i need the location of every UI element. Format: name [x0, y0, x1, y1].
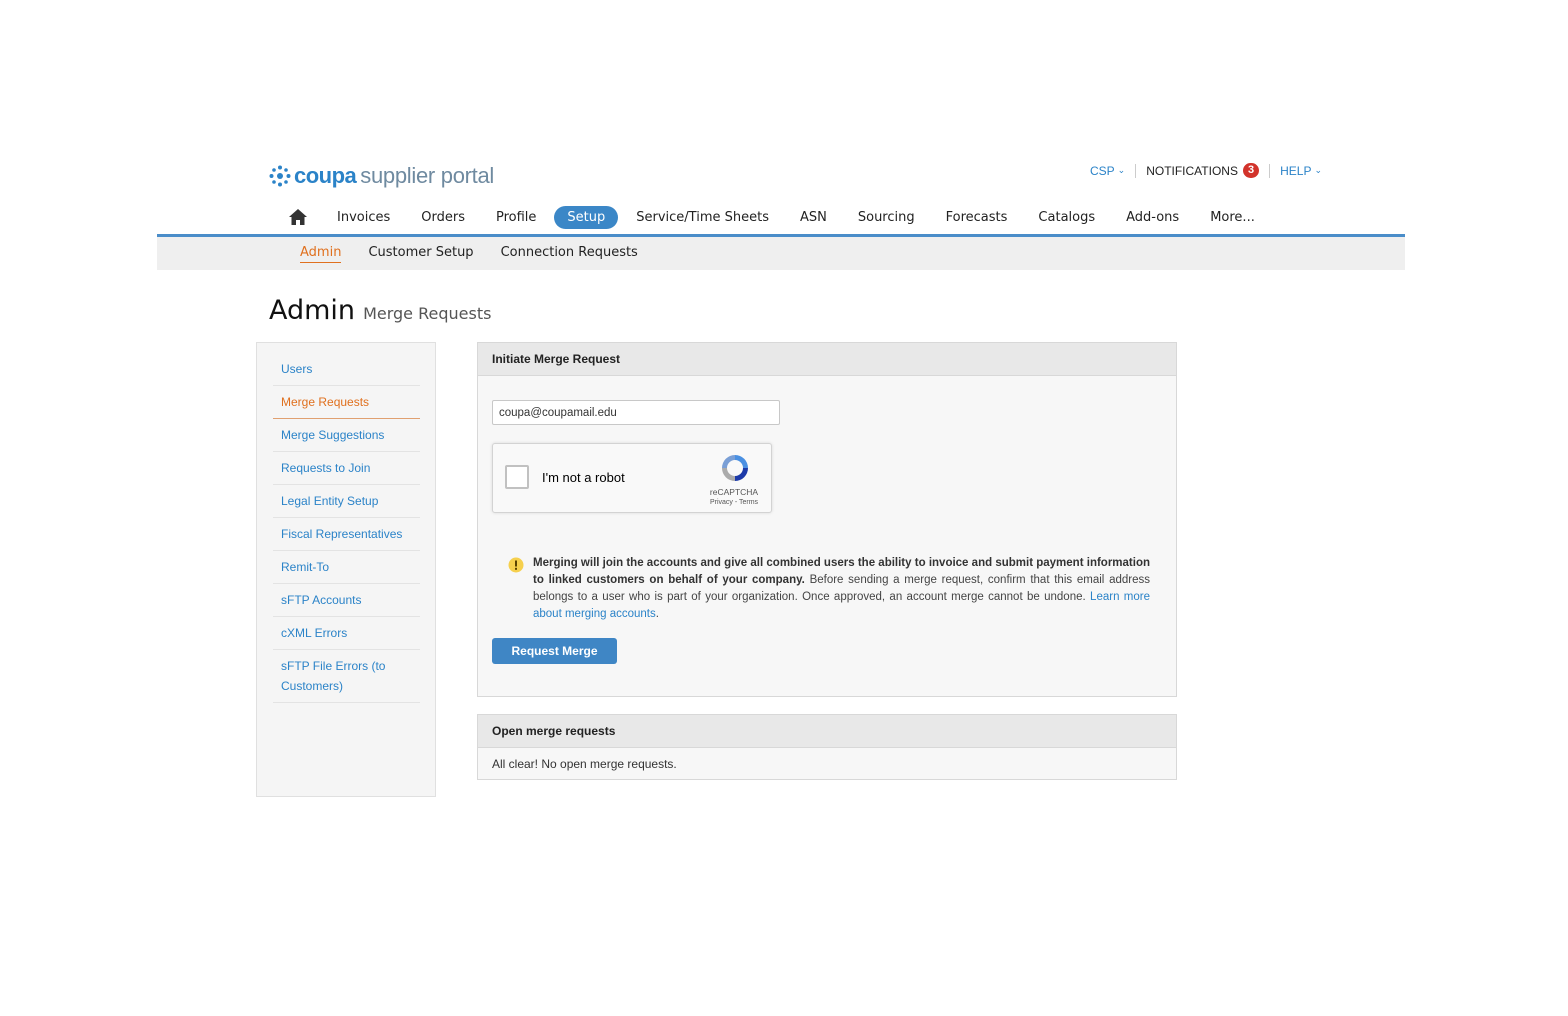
- sidebar-item-sftp-file-errors[interactable]: sFTP File Errors (to Customers): [273, 650, 420, 703]
- nav-asn[interactable]: ASN: [787, 206, 840, 229]
- sidebar-item-merge-suggestions[interactable]: Merge Suggestions: [273, 419, 420, 452]
- coupa-burst-icon: [269, 165, 291, 187]
- sidebar-item-remit-to[interactable]: Remit-To: [273, 551, 420, 584]
- coupa-logo[interactable]: coupa supplier portal: [268, 160, 494, 192]
- page-title-main: Admin: [269, 295, 356, 326]
- subnav-connection-requests[interactable]: Connection Requests: [501, 245, 638, 263]
- nav-sourcing[interactable]: Sourcing: [845, 206, 928, 229]
- home-icon[interactable]: [288, 208, 308, 226]
- divider: [1135, 163, 1137, 178]
- request-merge-button[interactable]: Request Merge: [492, 638, 617, 664]
- open-merge-requests-panel: Open merge requests All clear! No open m…: [477, 714, 1177, 780]
- main-nav: Invoices Orders Profile Setup Service/Ti…: [288, 204, 1273, 230]
- chevron-down-icon: ⌄: [1117, 165, 1126, 175]
- recaptcha-checkbox[interactable]: [505, 465, 529, 489]
- page-subtitle: Merge Requests: [363, 304, 492, 323]
- csp-label: CSP: [1089, 163, 1115, 178]
- notifications-menu[interactable]: NOTIFICATIONS 3: [1146, 163, 1260, 178]
- logo-product-text: supplier portal: [360, 163, 494, 188]
- subnav-customer-setup[interactable]: Customer Setup: [368, 245, 473, 263]
- warning-end-text: .: [655, 608, 659, 620]
- nav-forecasts[interactable]: Forecasts: [933, 206, 1021, 229]
- nav-catalogs[interactable]: Catalogs: [1025, 206, 1108, 229]
- chevron-down-icon: ⌄: [1314, 165, 1322, 175]
- sidebar-item-users[interactable]: Users: [273, 353, 420, 386]
- nav-more[interactable]: More...: [1197, 206, 1268, 229]
- recaptcha-widget: I'm not a robot reCAPTCHA Privacy - Term…: [492, 443, 772, 513]
- initiate-merge-panel: Initiate Merge Request I'm not a robot r…: [477, 342, 1177, 697]
- recaptcha-brand: reCAPTCHA: [709, 487, 759, 497]
- recaptcha-label: I'm not a robot: [542, 470, 625, 485]
- admin-sidebar: Users Merge Requests Merge Suggestions R…: [256, 342, 436, 797]
- recaptcha-logo-icon: [722, 455, 748, 481]
- sidebar-item-sftp-accounts[interactable]: sFTP Accounts: [273, 584, 420, 617]
- nav-orders[interactable]: Orders: [408, 206, 478, 229]
- nav-invoices[interactable]: Invoices: [324, 206, 403, 229]
- sidebar-item-legal-entity-setup[interactable]: Legal Entity Setup: [273, 485, 420, 518]
- merge-warning: Merging will join the accounts and give …: [508, 555, 1150, 623]
- nav-profile[interactable]: Profile: [483, 206, 549, 229]
- utility-menu: CSP ⌄ NOTIFICATIONS 3 HELP ⌄: [1090, 163, 1322, 178]
- open-merge-requests-heading: Open merge requests: [478, 715, 1176, 748]
- notifications-label: NOTIFICATIONS: [1146, 163, 1238, 178]
- help-menu[interactable]: HELP ⌄: [1280, 164, 1322, 178]
- nav-service-time-sheets[interactable]: Service/Time Sheets: [623, 206, 782, 229]
- nav-setup[interactable]: Setup: [554, 205, 619, 229]
- divider: [1269, 163, 1271, 178]
- warning-icon: [508, 557, 524, 573]
- warning-text: Merging will join the accounts and give …: [533, 555, 1150, 623]
- open-merge-requests-message: All clear! No open merge requests.: [492, 757, 677, 771]
- csp-menu[interactable]: CSP ⌄: [1090, 164, 1125, 178]
- sidebar-item-fiscal-representatives[interactable]: Fiscal Representatives: [273, 518, 420, 551]
- sub-nav: Admin Customer Setup Connection Requests: [300, 245, 665, 263]
- sidebar-item-cxml-errors[interactable]: cXML Errors: [273, 617, 420, 650]
- nav-add-ons[interactable]: Add-ons: [1113, 206, 1192, 229]
- page-title: Admin Merge Requests: [269, 295, 491, 326]
- notifications-count-badge: 3: [1242, 163, 1260, 178]
- email-field[interactable]: [492, 400, 780, 425]
- subnav-admin[interactable]: Admin: [300, 245, 342, 263]
- logo-brand-text: coupa: [294, 163, 357, 188]
- sidebar-item-requests-to-join[interactable]: Requests to Join: [273, 452, 420, 485]
- sidebar-item-merge-requests[interactable]: Merge Requests: [273, 386, 420, 419]
- initiate-merge-heading: Initiate Merge Request: [478, 343, 1176, 376]
- recaptcha-privacy-terms[interactable]: Privacy - Terms: [697, 499, 771, 506]
- help-label: HELP: [1280, 163, 1312, 178]
